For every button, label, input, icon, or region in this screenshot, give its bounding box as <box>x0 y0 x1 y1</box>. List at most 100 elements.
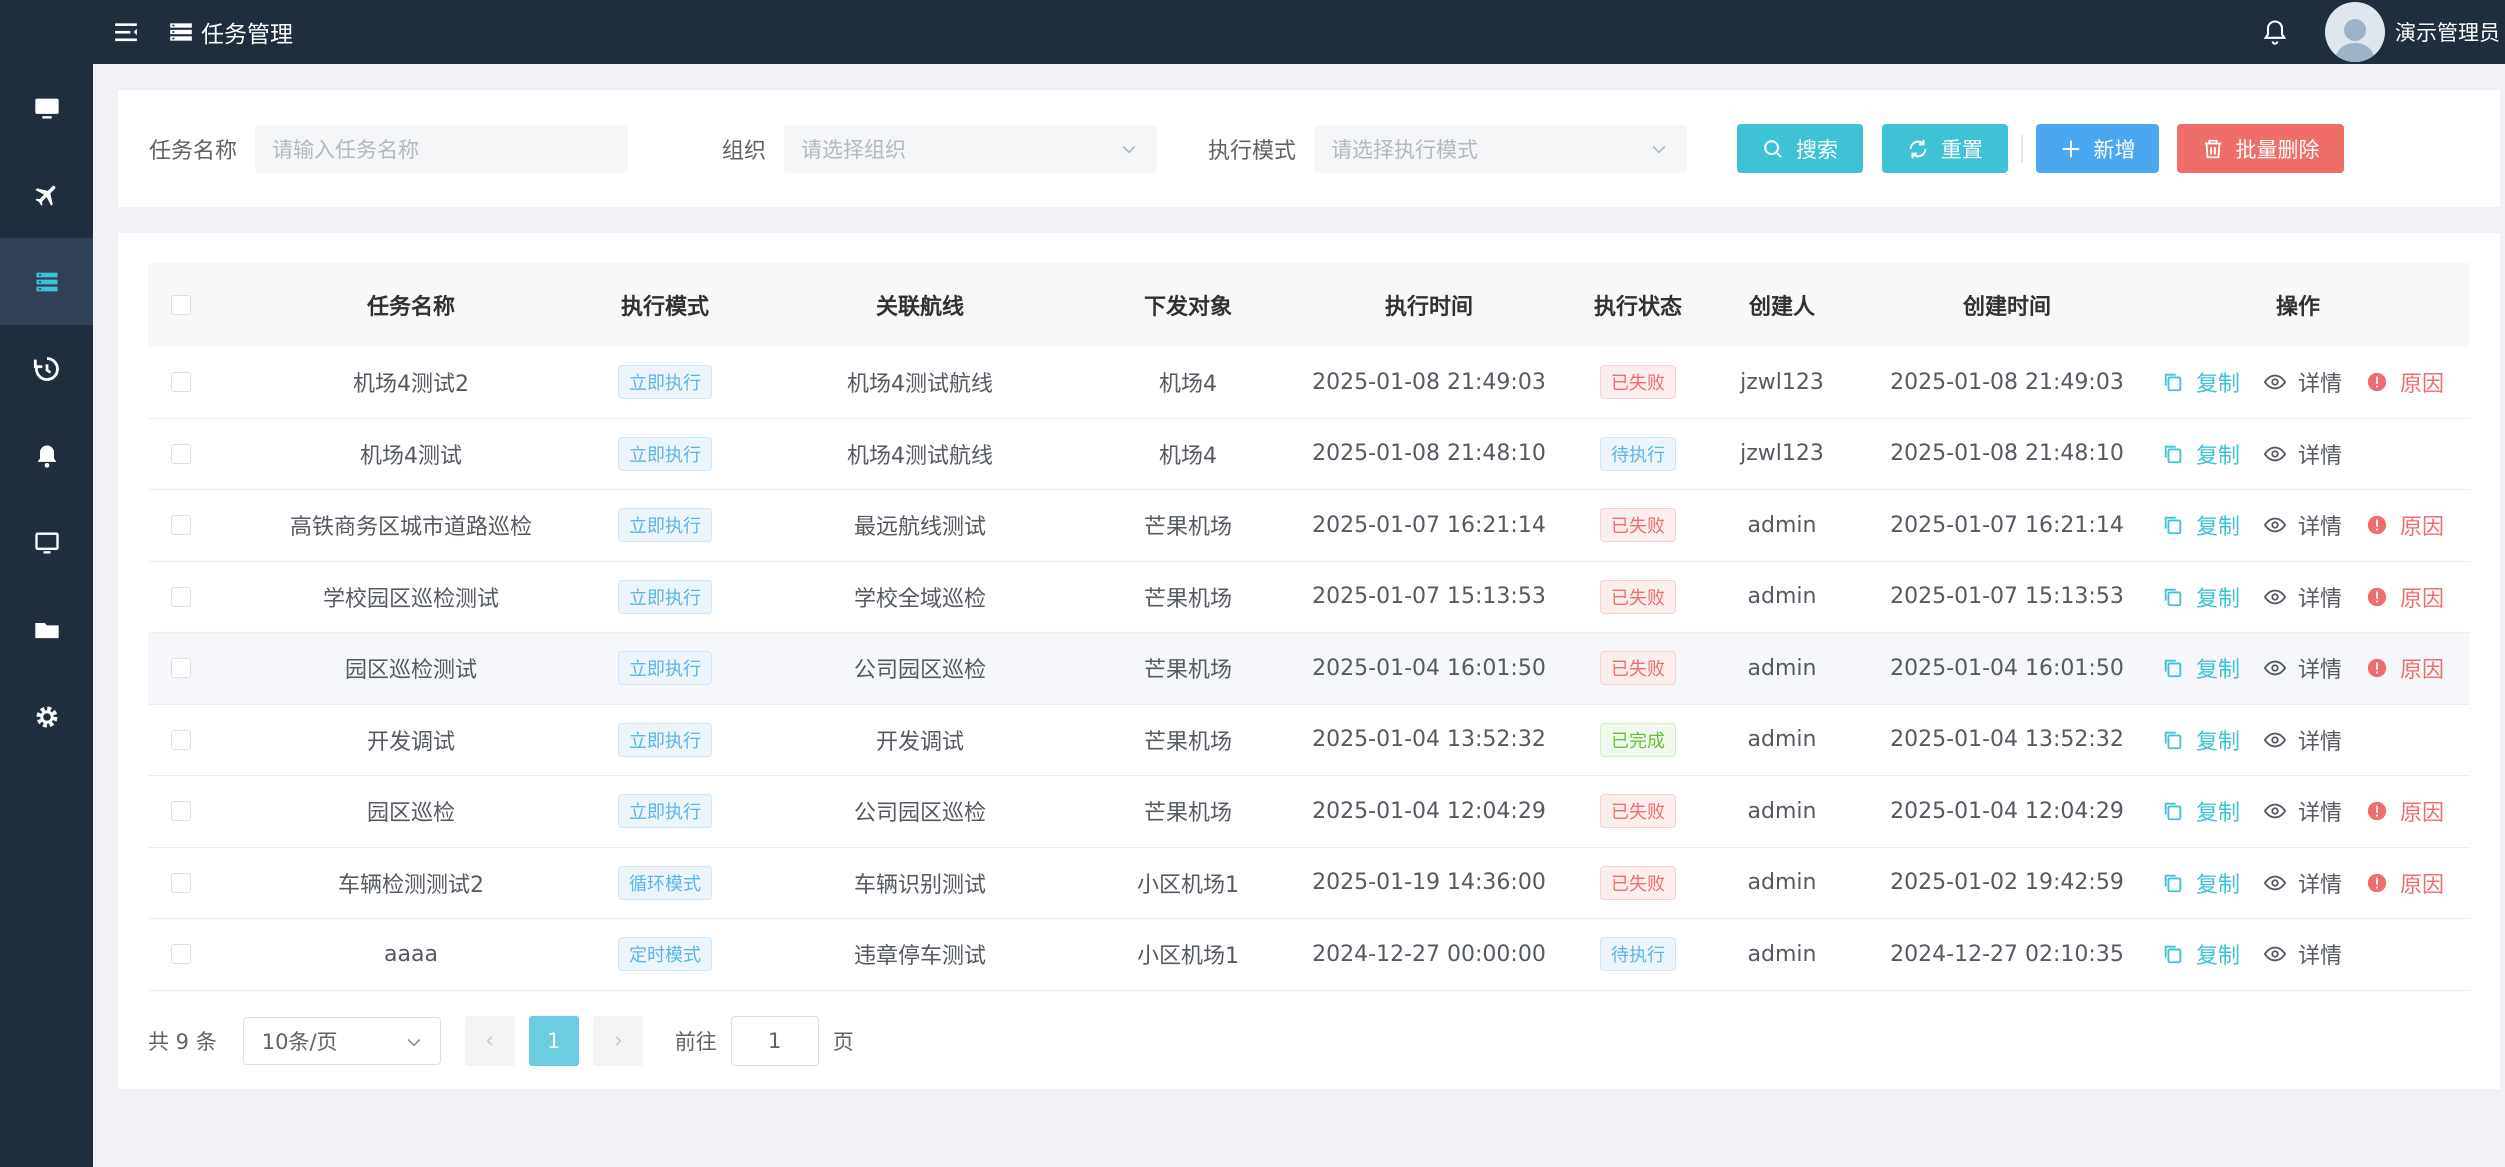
page-number-button[interactable]: 1 <box>528 1016 579 1066</box>
refresh-icon <box>1909 139 1927 158</box>
reason-button[interactable]: 原因 <box>2366 795 2444 827</box>
notification-bell-icon[interactable] <box>2261 18 2289 46</box>
gear-icon <box>36 706 57 727</box>
row-checkbox[interactable] <box>171 801 191 822</box>
sidebar-item-screen[interactable] <box>0 499 93 586</box>
row-checkbox[interactable] <box>171 586 191 607</box>
col-header-ctime: 创建时间 <box>1962 295 2051 320</box>
detail-button[interactable]: 详情 <box>2264 581 2342 613</box>
user-name[interactable]: 演示管理员 <box>2395 17 2505 47</box>
page-size-select[interactable]: 10条/页 <box>242 1017 441 1065</box>
copy-label: 复制 <box>2196 586 2241 612</box>
mode-tag: 立即执行 <box>618 651 712 686</box>
col-header-status: 执行状态 <box>1594 295 1683 320</box>
copy-button[interactable]: 复制 <box>2162 581 2240 613</box>
task-name-cell: 开发调试 <box>366 729 455 755</box>
goto-page-input[interactable]: 1 <box>730 1016 819 1066</box>
reset-button[interactable]: 重置 <box>1882 124 2008 173</box>
mode-cell: 立即执行 <box>608 508 722 543</box>
task-name-cell: 园区巡检 <box>366 801 455 827</box>
add-button[interactable]: 新增 <box>2036 124 2159 173</box>
reason-button[interactable]: 原因 <box>2366 581 2444 613</box>
detail-button[interactable]: 详情 <box>2264 795 2342 827</box>
detail-label: 详情 <box>2298 729 2343 755</box>
exec-time-cell: 2025-01-04 13:52:32 <box>1312 727 1546 753</box>
table-row: 机场4测试2 立即执行 机场4测试航线 机场4 2025-01-08 21:49:03 已… <box>148 347 2470 419</box>
top-bar: 任务管理 演示管理员 <box>93 0 2505 64</box>
row-checkbox[interactable] <box>171 658 191 679</box>
sidebar-item-files[interactable] <box>0 586 93 673</box>
avatar[interactable] <box>2325 2 2385 62</box>
col-header-route: 关联航线 <box>875 295 964 320</box>
detail-button[interactable]: 详情 <box>2264 438 2342 470</box>
user-avatar-icon <box>2335 19 2375 62</box>
sidebar-item-tasks[interactable] <box>0 238 93 325</box>
detail-button[interactable]: 详情 <box>2264 724 2342 756</box>
row-checkbox[interactable] <box>171 944 191 965</box>
table-row: aaaa 定时模式 违章停车测试 小区机场1 2024-12-27 00:00:00 待执… <box>148 919 2470 991</box>
prev-page-button[interactable] <box>464 1016 515 1066</box>
batch-delete-button[interactable]: 批量删除 <box>2177 124 2344 173</box>
eye-icon <box>2264 446 2287 462</box>
trash-icon <box>2204 139 2221 158</box>
sidebar-item-settings[interactable] <box>0 673 93 760</box>
sidebar-item-flight[interactable] <box>0 151 93 238</box>
sidebar-item-dashboard[interactable] <box>0 64 93 151</box>
row-checkbox[interactable] <box>171 515 191 536</box>
detail-button[interactable]: 详情 <box>2264 366 2342 398</box>
next-page-button[interactable] <box>592 1016 643 1066</box>
row-checkbox[interactable] <box>171 872 191 893</box>
creator-cell: admin <box>1747 727 1817 753</box>
route-cell: 机场4测试航线 <box>847 372 993 398</box>
row-checkbox-cell <box>148 515 214 536</box>
exec-time-cell: 2025-01-07 15:13:53 <box>1312 584 1546 610</box>
select-all-checkbox[interactable] <box>171 295 191 315</box>
chevron-down-icon <box>1652 145 1666 154</box>
row-checkbox-cell <box>148 372 214 393</box>
task-name-cell: 机场4测试 <box>360 443 462 469</box>
copy-button[interactable]: 复制 <box>2162 366 2240 398</box>
sidebar-item-history[interactable] <box>0 325 93 412</box>
history-icon <box>33 356 59 381</box>
sidebar-item-alerts[interactable] <box>0 412 93 499</box>
row-checkbox[interactable] <box>171 729 191 750</box>
screen-icon <box>34 532 59 553</box>
detail-button[interactable]: 详情 <box>2264 938 2342 970</box>
row-checkbox[interactable] <box>171 372 191 393</box>
chevron-down-icon <box>407 1038 421 1047</box>
copy-button[interactable]: 复制 <box>2162 509 2240 541</box>
copy-button[interactable]: 复制 <box>2162 938 2240 970</box>
org-label: 组织 <box>722 138 767 164</box>
copy-button[interactable]: 复制 <box>2162 795 2240 827</box>
eye-icon <box>2264 946 2287 962</box>
detail-button[interactable]: 详情 <box>2264 867 2342 899</box>
detail-button[interactable]: 详情 <box>2264 652 2342 684</box>
copy-button[interactable]: 复制 <box>2162 724 2240 756</box>
eye-icon <box>2264 660 2287 676</box>
copy-button[interactable]: 复制 <box>2162 652 2240 684</box>
creator-cell: admin <box>1747 512 1817 538</box>
reason-button[interactable]: 原因 <box>2366 509 2444 541</box>
copy-icon <box>2164 445 2182 463</box>
reason-button[interactable]: 原因 <box>2366 867 2444 899</box>
mode-select[interactable]: 请选择执行模式 <box>1314 124 1688 173</box>
search-button[interactable]: 搜索 <box>1737 124 1863 173</box>
mode-tag: 立即执行 <box>618 365 712 400</box>
copy-button[interactable]: 复制 <box>2162 867 2240 899</box>
status-badge: 已失败 <box>1600 579 1676 614</box>
copy-button[interactable]: 复制 <box>2162 438 2240 470</box>
task-name-input[interactable]: 请输入任务名称 <box>255 124 629 173</box>
create-time-cell: 2025-01-04 13:52:32 <box>1890 727 2124 753</box>
reason-button[interactable]: 原因 <box>2366 366 2444 398</box>
status-cell: 已失败 <box>1600 508 1676 543</box>
warning-icon <box>2367 659 2387 678</box>
mode-tag: 立即执行 <box>618 579 712 614</box>
reason-button[interactable]: 原因 <box>2366 652 2444 684</box>
route-cell: 最远航线测试 <box>853 515 986 541</box>
exec-time-cell: 2025-01-19 14:36:00 <box>1312 870 1546 896</box>
row-checkbox[interactable] <box>171 443 191 464</box>
org-select[interactable]: 请选择组织 <box>784 124 1158 173</box>
detail-button[interactable]: 详情 <box>2264 509 2342 541</box>
menu-toggle-icon[interactable] <box>113 19 139 45</box>
eye-icon <box>2264 374 2287 390</box>
